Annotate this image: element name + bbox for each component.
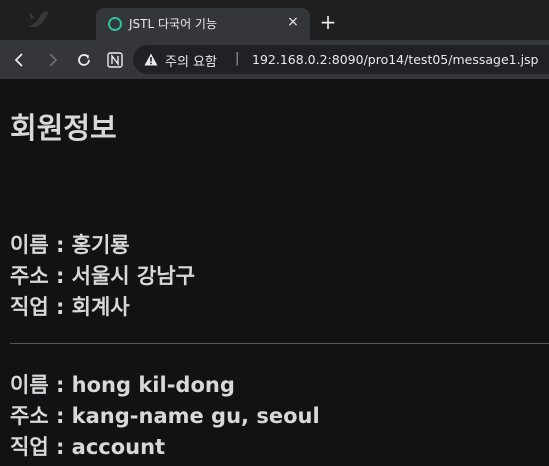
page-title: 회원정보 bbox=[10, 111, 117, 145]
warning-icon[interactable] bbox=[144, 53, 158, 66]
reader-mode-icon[interactable] bbox=[105, 50, 125, 70]
security-status-label[interactable]: 주의 요함 bbox=[165, 51, 217, 70]
back-arrow-icon[interactable] bbox=[10, 50, 30, 70]
address-separator: | bbox=[235, 51, 240, 66]
page-content: 회원정보 이름 : 홍기룡 주소 : 서울시 강남구 직업 : 회계사 이름 :… bbox=[0, 79, 549, 466]
reload-icon[interactable] bbox=[74, 50, 94, 70]
member-job-line: 직업 : 회계사 bbox=[10, 295, 130, 319]
section-divider bbox=[10, 343, 549, 344]
browser-tab[interactable]: JSTL 다국어 기능 × bbox=[96, 8, 310, 40]
member-address-line: 주소 : 서울시 강남구 bbox=[10, 264, 195, 288]
tab-strip: JSTL 다국어 기능 × + bbox=[0, 0, 549, 40]
bird-logo-icon bbox=[28, 11, 49, 27]
tab-title: JSTL 다국어 기능 bbox=[129, 17, 218, 31]
member-name-line: 이름 : hong kil-dong bbox=[10, 373, 235, 397]
address-bar[interactable]: 주의 요함 | 192.168.0.2:8090/pro14/test05/me… bbox=[133, 45, 549, 74]
member-name-line: 이름 : 홍기룡 bbox=[10, 233, 130, 257]
url-text[interactable]: 192.168.0.2:8090/pro14/test05/message1.j… bbox=[252, 52, 539, 67]
browser-toolbar: 주의 요함 | 192.168.0.2:8090/pro14/test05/me… bbox=[0, 40, 549, 79]
page-favicon-icon bbox=[108, 17, 122, 31]
member-job-line: 직업 : account bbox=[10, 435, 166, 459]
new-tab-button[interactable]: + bbox=[318, 12, 338, 32]
member-address-line: 주소 : kang-name gu, seoul bbox=[10, 404, 320, 428]
forward-arrow-icon[interactable] bbox=[42, 50, 62, 70]
tab-close-icon[interactable]: × bbox=[284, 13, 302, 31]
